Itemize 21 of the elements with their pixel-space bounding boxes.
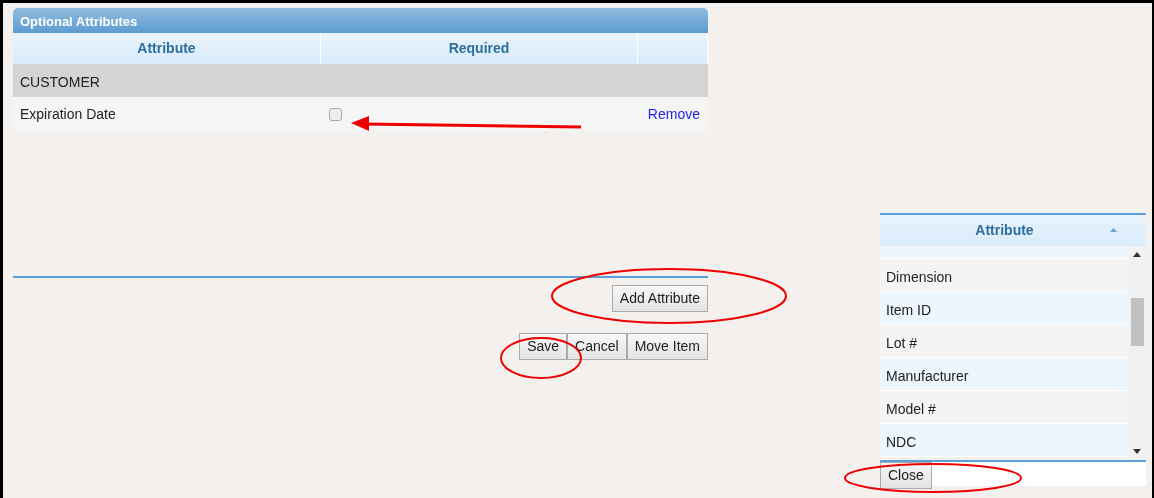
table-cell-text: Expiration Date xyxy=(20,104,116,124)
close-button[interactable]: Close xyxy=(880,462,932,489)
list-item[interactable]: Dimension xyxy=(880,259,1129,292)
remove-link[interactable]: Remove xyxy=(647,103,700,125)
list-item[interactable]: Model # xyxy=(880,391,1129,424)
form-button[interactable]: Move Item xyxy=(626,333,708,360)
scroll-down-icon[interactable] xyxy=(1133,449,1141,454)
sort-icon[interactable] xyxy=(1110,228,1117,232)
scroll-thumb[interactable] xyxy=(1131,298,1144,346)
list-item[interactable]: Item ID xyxy=(880,292,1129,325)
list-item[interactable]: Lot # xyxy=(880,325,1129,358)
group-row: CUSTOMER xyxy=(13,64,708,97)
panel-title: Optional Attributes xyxy=(13,8,708,33)
checkbox[interactable] xyxy=(329,107,342,121)
list-item[interactable]: NDC xyxy=(880,424,1129,457)
scroll-up-icon[interactable] xyxy=(1133,252,1141,257)
add-attribute-button[interactable]: Add Attribute xyxy=(611,285,708,312)
list-item[interactable]: Manufacturer xyxy=(880,358,1129,391)
form-button[interactable]: Save xyxy=(519,333,568,360)
form-button[interactable]: Cancel xyxy=(567,333,627,360)
column-label: Attribute xyxy=(975,221,1034,240)
